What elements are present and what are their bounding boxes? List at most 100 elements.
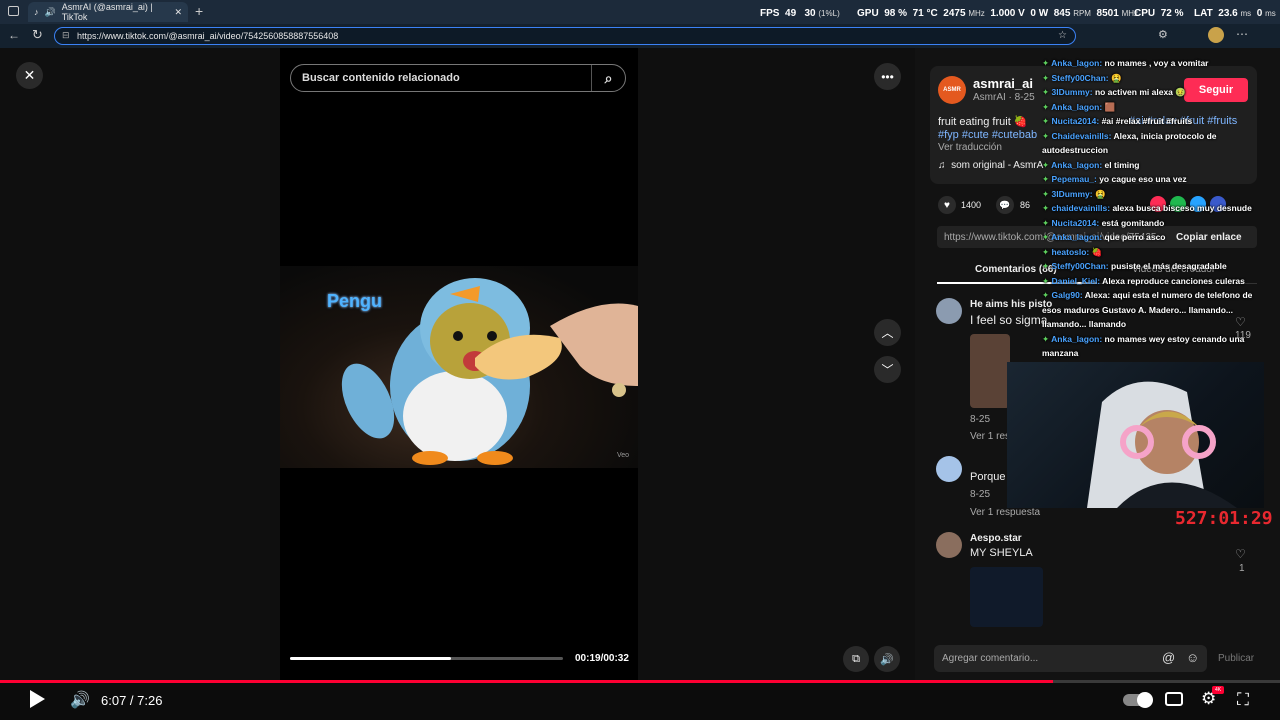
comment-composer[interactable]: Agregar comentario... @ ☺ (934, 645, 1207, 672)
chat-badge-icon: ✦ (1042, 333, 1052, 344)
subtitles-icon[interactable] (1165, 692, 1183, 706)
emoji-icon[interactable]: ☺ (1186, 650, 1199, 665)
chat-message: ✦ Daniel_Kiel: Alexa reproduce canciones… (1042, 274, 1268, 289)
comment-like-icon[interactable]: ♡ (1235, 547, 1246, 561)
tab-close-icon[interactable]: ✕ (174, 7, 182, 18)
hud-lat-2-unit: ms (1265, 9, 1276, 18)
pip-button[interactable]: ⧉ (843, 646, 869, 672)
exit-fullscreen-icon[interactable]: ⛶ (1237, 690, 1249, 710)
chat-text: el timing (1102, 159, 1140, 170)
volume-button[interactable]: 🔊 (874, 646, 900, 672)
hud-gpu-temp: 71 °C (912, 8, 938, 19)
autoplay-toggle[interactable] (1123, 692, 1153, 708)
browser-menu-icon[interactable]: ⋯ (1236, 27, 1248, 41)
hud-gpu-clock: 2475 (943, 8, 966, 19)
chat-username: heatoslo: (1051, 246, 1090, 257)
chat-username: Nucita2014: (1051, 116, 1100, 126)
chat-message: ✦ Galg90: Alexa: aqui esta el numero de … (1042, 288, 1268, 332)
chat-text: 🤮 (1092, 188, 1106, 199)
browser-tab[interactable]: ♪ 🔊 AsmrAI (@asmrai_ai) | TikTok ✕ (28, 2, 188, 22)
volume-icon[interactable]: 🔊 (70, 690, 90, 710)
chat-message: ✦ 3IDummy: no activen mi alexa 🤢 (1042, 85, 1268, 100)
video-progress-track[interactable] (290, 657, 563, 660)
chat-username: 3IDummy: (1051, 188, 1093, 199)
hud-fps-low-pct: (1%L) (818, 9, 840, 18)
back-icon[interactable]: ← (8, 28, 20, 42)
hud-cpu-pct: 72 % (1160, 8, 1184, 19)
comment-avatar[interactable] (936, 532, 962, 558)
audio-icon[interactable]: 🔊 (45, 7, 56, 18)
next-video-button[interactable]: ﹀ (874, 356, 901, 383)
comment-text: MY SHEYLA (970, 547, 1033, 559)
outer-progress-track[interactable] (0, 680, 1280, 683)
new-tab-icon[interactable]: + (195, 3, 203, 19)
comment-count: 86 (1020, 200, 1031, 210)
site-info-icon[interactable]: ⊟ (62, 30, 70, 41)
chat-text: 🤮 (1108, 72, 1122, 83)
ai-badge-icon (612, 383, 626, 397)
more-options-button[interactable]: ••• (874, 63, 901, 90)
comment-date: 8-25 (970, 414, 991, 425)
hud-gpu: GPU 98 % 71 °C 2475 MHz 1.000 V 0 W 845 … (857, 8, 1138, 19)
chat-message: ✦ 3IDummy: 🤮 (1042, 187, 1268, 202)
chat-username: Steffy00Chan: (1051, 261, 1109, 271)
player-time: 6:07 / 7:26 (101, 693, 163, 708)
chat-badge-icon: ✦ (1042, 58, 1052, 68)
reload-icon[interactable]: ↻ (32, 27, 43, 43)
post-tags-2[interactable]: #fyp #cute #cutebab (938, 129, 1037, 141)
comment-like-count: 1 (1239, 563, 1245, 574)
chat-text: yo cague eso una vez (1096, 174, 1187, 184)
comment-icon[interactable]: 💬 (996, 196, 1014, 214)
chat-message: ✦ Nucita2014: #ai #relax #fruit #fruits (1042, 114, 1268, 129)
profile-avatar[interactable] (1208, 27, 1224, 43)
chat-username: Daniel_Kiel: (1051, 275, 1101, 286)
hud-gpu-power: 0 W (1030, 8, 1049, 19)
extensions-icon[interactable]: ⚙ (1158, 28, 1168, 41)
translate-link[interactable]: Ver traducción (938, 142, 1002, 153)
comment-avatar[interactable] (936, 456, 962, 482)
search-icon[interactable]: ⌕ (591, 65, 625, 91)
chat-message: ✦ Chaidevainills: Alexa, inicia protocol… (1042, 129, 1268, 158)
chat-badge-icon: ✦ (1042, 101, 1052, 112)
chat-text: Alexa reproduce canciones culeras (1100, 275, 1245, 286)
window-menu-icon[interactable] (8, 6, 19, 16)
sound-name: som original - AsmrA (951, 160, 1044, 171)
hud-lat-1: 23.6 (1218, 8, 1238, 19)
streamer-webcam (1007, 362, 1264, 508)
stream-timer: 527:01:29 (1175, 508, 1273, 529)
publish-button[interactable]: Publicar (1218, 653, 1254, 664)
play-icon[interactable] (30, 690, 45, 708)
sound-row[interactable]: ♫ som original - AsmrA (938, 160, 1043, 171)
like-icon[interactable]: ♥ (938, 196, 956, 214)
close-video-button[interactable]: ✕ (16, 62, 43, 89)
comment-date: 8-25 (970, 489, 991, 500)
previous-video-button[interactable]: ︿ (874, 319, 901, 346)
hud-fps: FPS 49 30 (1%L) (760, 8, 840, 19)
tab-title: AsmrAI (@asmrai_ai) | TikTok (61, 2, 153, 22)
url-field[interactable]: ⊟ https://www.tiktok.com/@asmrai_ai/vide… (54, 27, 1076, 45)
video-time: 00:19/00:32 (575, 653, 629, 664)
tiktok-favicon-icon: ♪ (34, 7, 39, 17)
chat-message: ✦ Pepemau_: yo cague eso una vez (1042, 172, 1268, 187)
author-username[interactable]: asmrai_ai (973, 76, 1033, 91)
chat-message: ✦ Anka_lagon: 🟫 (1042, 100, 1268, 115)
chat-message: ✦ Anka_lagon: que perro asco (1042, 230, 1268, 245)
hud-gpu-fan: 845 (1053, 8, 1071, 19)
author-handle-date: AsmrAI · 8-25 (973, 92, 1035, 103)
comment-replies[interactable]: Ver 1 res (970, 431, 1010, 442)
author-avatar[interactable]: ASMR (938, 76, 966, 104)
comment-image[interactable] (970, 334, 1010, 408)
bookmark-star-icon[interactable]: ☆ (1058, 30, 1067, 41)
related-search-input[interactable]: Buscar contenido relacionado ⌕ (290, 64, 626, 92)
comment-replies[interactable]: Ver 1 respuesta (970, 507, 1040, 518)
chat-username: Galg90: (1051, 290, 1083, 300)
comment-image[interactable] (970, 567, 1043, 627)
comment-avatar[interactable] (936, 298, 962, 324)
hud-gpu-fan-unit: RPM (1073, 9, 1091, 18)
hud-gpu-pct: 98 % (884, 8, 908, 19)
mention-icon[interactable]: @ (1162, 650, 1175, 665)
comment-user[interactable]: Aespo.star (970, 533, 1022, 544)
chat-message: ✦ Nucita2014: está gomitando (1042, 216, 1268, 231)
overlay-name-label: Pengu (327, 291, 383, 311)
comment-user[interactable]: He aims his pisto (970, 299, 1052, 310)
